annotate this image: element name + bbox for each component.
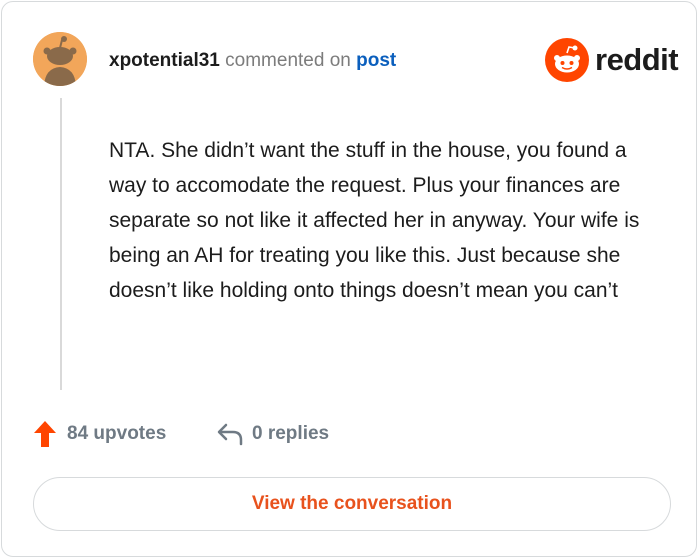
comment-card: xpotential31 commented on post reddit NT… [1, 1, 697, 557]
snoo-avatar-icon [33, 32, 87, 86]
post-link[interactable]: post [356, 50, 396, 71]
reply-count: 0 replies [252, 423, 330, 444]
comment-header: xpotential31 commented on post [109, 49, 396, 73]
username[interactable]: xpotential31 [109, 50, 220, 71]
brand-wordmark: reddit [595, 42, 679, 77]
reddit-logo-icon [545, 38, 589, 82]
comment-body: NTA. She didn’t want the stuff in the ho… [109, 139, 640, 302]
reply-arrow-icon[interactable] [216, 421, 244, 447]
view-conversation-button[interactable]: View the conversation [33, 477, 671, 531]
thread-line [60, 98, 62, 390]
upvote-count: 84 upvotes [67, 423, 167, 444]
avatar[interactable] [33, 32, 87, 86]
upvote-arrow-icon[interactable] [33, 420, 57, 448]
view-conversation-label: View the conversation [251, 493, 453, 514]
action-text: commented on [225, 50, 351, 71]
